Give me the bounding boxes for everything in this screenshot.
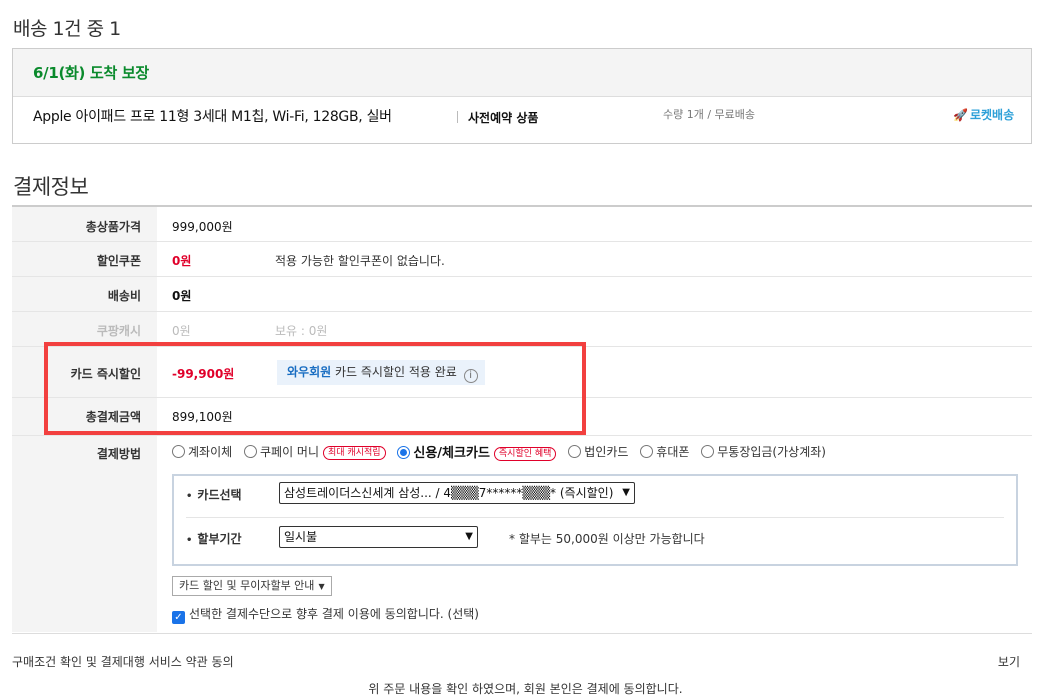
method-corporate-card[interactable]: 법인카드 <box>568 443 628 460</box>
cash-reward-badge: 최대 캐시적립 <box>323 446 386 460</box>
radio-selected-icon[interactable] <box>397 446 411 459</box>
method-bank-transfer[interactable]: 계좌이체 <box>172 443 232 460</box>
coupang-cash-row: 쿠팡캐시 0원 보유 : 0원 <box>12 312 1032 347</box>
installment-note: * 할부는 50,000원 이상만 가능합니다 <box>509 532 705 546</box>
radio-icon[interactable] <box>172 445 185 458</box>
rocket-delivery-badge: 🚀 로켓배송 <box>953 106 1014 123</box>
card-discount-value: -99,900원 <box>172 367 235 381</box>
radio-icon[interactable] <box>640 445 654 458</box>
product-row: Apple 아이패드 프로 11형 3세대 M1칩, Wi-Fi, 128GB,… <box>13 97 1031 143</box>
terms-label: 구매조건 확인 및 결제대행 서비스 약관 동의 <box>12 655 234 669</box>
card-select-dropdown[interactable]: 삼성트레이더스신세계 삼성... / 4▒▒▒7******▒▒▒* (즉시할인… <box>279 482 635 504</box>
shipping-header: 배송 1건 중 1 <box>13 18 121 40</box>
instant-discount-badge: 즉시할인 혜택 <box>493 447 557 461</box>
consent-label: 선택한 결제수단으로 향후 결제 이용에 동의합니다. (선택) <box>189 607 479 621</box>
caret-down-icon: ▼ <box>318 582 325 591</box>
installment-label: 할부기간 <box>186 530 241 547</box>
method-credit-card[interactable]: 신용/체크카드 즉시할인 혜택 <box>397 442 557 461</box>
card-discount-row: 카드 즉시할인 -99,900원 와우회원 카드 즉시할인 적용 완료 i <box>12 347 1032 398</box>
preorder-label: 사전예약 상품 <box>468 111 539 125</box>
shipping-fee-value: 0원 <box>172 289 192 303</box>
card-select-row: 카드선택 삼성트레이더스신세계 삼성... / 4▒▒▒7******▒▒▒* … <box>186 482 1004 506</box>
total-price-value: 999,000원 <box>172 220 233 234</box>
delivery-date-guarantee: 6/1(화) 도착 보장 <box>13 49 1031 97</box>
chevron-down-icon: ▼ <box>465 531 473 542</box>
info-icon[interactable]: i <box>463 369 478 383</box>
rocket-delivery-label: 로켓배송 <box>969 108 1015 122</box>
method-virtual-account[interactable]: 무통장입금(가상계좌) <box>701 443 826 460</box>
checkbox-checked-icon[interactable]: ✓ <box>172 611 185 624</box>
coupon-note: 적용 가능한 할인쿠폰이 없습니다. <box>275 254 445 268</box>
order-consent-text: 위 주문 내용을 확인 하였으며, 회원 본인은 결제에 동의합니다. <box>368 682 683 696</box>
card-discount-label: 카드 즉시할인 <box>70 367 141 381</box>
payment-info-title: 결제정보 <box>13 175 89 199</box>
final-amount-label: 총결제금액 <box>85 410 141 424</box>
coupon-value: 0원 <box>172 254 192 268</box>
radio-icon[interactable] <box>244 445 257 458</box>
rocket-icon: 🚀 <box>953 108 968 122</box>
divider <box>457 111 458 123</box>
divider <box>186 517 1004 518</box>
method-coupay-money[interactable]: 쿠페이 머니 최대 캐시적립 <box>244 443 386 460</box>
card-select-value: 삼성트레이더스신세계 삼성... / 4▒▒▒7******▒▒▒* (즉시할인… <box>284 486 614 500</box>
card-select-label: 카드선택 <box>186 486 241 503</box>
shipping-fee-label: 배송비 <box>107 289 141 303</box>
card-options-box: 카드선택 삼성트레이더스신세계 삼성... / 4▒▒▒7******▒▒▒* … <box>172 474 1018 566</box>
total-price-row: 총상품가격 999,000원 <box>12 207 1032 242</box>
coupang-cash-value: 0원 <box>172 324 191 338</box>
payment-table: 총상품가격 999,000원 할인쿠폰 0원 적용 가능한 할인쿠폰이 없습니다… <box>12 205 1032 632</box>
final-amount-row: 총결제금액 899,100원 <box>12 398 1032 436</box>
radio-icon[interactable] <box>568 445 582 458</box>
quantity-shipping-info: 수량 1개 / 무료배송 <box>663 108 756 121</box>
terms-view-link[interactable]: 보기 <box>998 653 1020 670</box>
payment-method-row: 결제방법 계좌이체 쿠페이 머니 최대 캐시적립 신용/체크카드 즉시할인 혜택 법… <box>12 436 1032 632</box>
coupang-cash-label: 쿠팡캐시 <box>96 324 141 338</box>
payment-method-options: 계좌이체 쿠페이 머니 최대 캐시적립 신용/체크카드 즉시할인 혜택 법인카드 휴… <box>172 442 1032 461</box>
discount-applied-text: 카드 즉시할인 적용 완료 <box>335 365 457 379</box>
terms-agreement-row: 구매조건 확인 및 결제대행 서비스 약관 동의 보기 <box>12 633 1032 669</box>
product-name: Apple 아이패드 프로 11형 3세대 M1칩, Wi-Fi, 128GB,… <box>33 109 392 125</box>
card-benefit-guide-button[interactable]: 카드 할인 및 무이자할부 안내 ▼ <box>172 576 332 596</box>
radio-icon[interactable] <box>701 445 715 458</box>
coupang-cash-balance: 보유 : 0원 <box>275 324 328 338</box>
installment-row: 할부기간 일시불 ▼ * 할부는 50,000원 이상만 가능합니다 <box>186 526 1004 550</box>
wow-discount-notice: 와우회원 카드 즉시할인 적용 완료 i <box>277 360 485 385</box>
final-amount-value: 899,100원 <box>172 410 233 424</box>
payment-method-label: 결제방법 <box>96 447 141 461</box>
chevron-down-icon: ▼ <box>622 487 630 498</box>
total-price-label: 총상품가격 <box>85 220 141 234</box>
future-payment-consent[interactable]: ✓ 선택한 결제수단으로 향후 결제 이용에 동의합니다. (선택) <box>172 605 479 624</box>
wow-member-label: 와우회원 <box>287 365 332 379</box>
method-mobile-phone[interactable]: 휴대폰 <box>640 443 689 460</box>
installment-value: 일시불 <box>284 530 318 544</box>
installment-select[interactable]: 일시불 ▼ <box>279 526 478 548</box>
coupon-label: 할인쿠폰 <box>96 254 141 268</box>
shipping-box: 6/1(화) 도착 보장 Apple 아이패드 프로 11형 3세대 M1칩, … <box>12 48 1032 144</box>
coupon-row: 할인쿠폰 0원 적용 가능한 할인쿠폰이 없습니다. <box>12 242 1032 277</box>
shipping-fee-row: 배송비 0원 <box>12 277 1032 312</box>
